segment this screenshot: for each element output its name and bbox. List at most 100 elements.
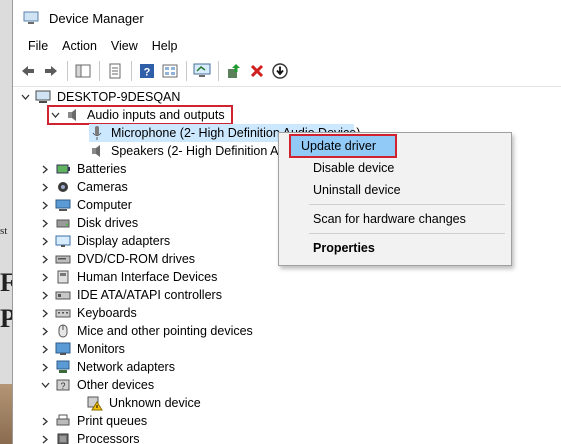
chevron-right-icon[interactable] [39, 430, 51, 444]
chevron-right-icon[interactable] [39, 304, 51, 322]
tree-item-disk-drives[interactable]: Disk drives [39, 214, 140, 232]
tree-item-mice[interactable]: Mice and other pointing devices [39, 322, 255, 340]
chevron-right-icon[interactable] [39, 268, 51, 286]
menu-item-update-driver[interactable]: Update driver [289, 134, 397, 158]
chevron-right-icon[interactable] [39, 412, 51, 430]
toolbar-separator [67, 61, 68, 81]
speaker-icon [92, 145, 100, 157]
computer-icon [35, 90, 51, 103]
tree-item-audio-inputs[interactable]: Audio inputs and outputs [47, 105, 233, 125]
tree-item-cameras[interactable]: Cameras [39, 178, 130, 196]
tree-item-other-devices[interactable]: ? Other devices [39, 376, 156, 394]
category-label: Other devices [77, 378, 155, 392]
category-label: Mice and other pointing devices [77, 324, 253, 338]
red-x-icon [250, 64, 264, 78]
other-devices-icon: ? [56, 379, 70, 391]
tree-item-monitors[interactable]: Monitors [39, 340, 127, 358]
chevron-right-icon[interactable] [39, 358, 51, 376]
device-manager-window: Device Manager File Action View Help ? D… [12, 0, 561, 444]
menu-item-properties[interactable]: Properties [281, 238, 509, 258]
chevron-right-icon[interactable] [39, 340, 51, 358]
printer-icon [56, 414, 70, 426]
show-hide-console-tree-button[interactable] [72, 60, 94, 82]
chevron-down-icon[interactable] [39, 376, 51, 394]
properties-sheet-icon [109, 63, 121, 79]
tree-item-print-queues[interactable]: Print queues [39, 412, 149, 430]
back-button[interactable] [17, 60, 39, 82]
chevron-down-icon[interactable] [49, 106, 61, 124]
monitor-scan-icon [193, 63, 211, 77]
properties-button[interactable] [104, 60, 126, 82]
menu-help[interactable]: Help [145, 39, 185, 53]
chevron-right-icon[interactable] [39, 214, 51, 232]
chevron-right-icon[interactable] [39, 160, 51, 178]
microphone-icon [92, 126, 102, 140]
hid-icon [57, 270, 69, 284]
toolbar-separator [218, 61, 219, 81]
tree-item-network-adapters[interactable]: Network adapters [39, 358, 177, 376]
chevron-right-icon[interactable] [39, 322, 51, 340]
battery-icon [56, 164, 70, 174]
page-glyph: st [0, 225, 8, 237]
menu-item-uninstall-device[interactable]: Uninstall device [281, 180, 509, 200]
menu-action[interactable]: Action [55, 39, 104, 53]
menu-item-label: Properties [313, 241, 375, 255]
view-list-icon [162, 64, 178, 78]
device-manager-icon [23, 11, 39, 24]
tree-item-batteries[interactable]: Batteries [39, 160, 128, 178]
uninstall-button[interactable] [246, 60, 268, 82]
view-button[interactable] [159, 60, 181, 82]
context-menu: Update driver Disable device Uninstall d… [278, 132, 512, 266]
menu-item-scan-hardware[interactable]: Scan for hardware changes [281, 209, 509, 229]
chevron-down-icon[interactable] [19, 88, 31, 106]
network-adapter-icon [56, 360, 70, 373]
menu-view[interactable]: View [104, 39, 145, 53]
svg-text:?: ? [60, 381, 65, 391]
tree-item-display-adapters[interactable]: Display adapters [39, 232, 172, 250]
category-label: Cameras [77, 180, 128, 194]
enable-device-button[interactable] [269, 60, 291, 82]
tree-item-ide-controllers[interactable]: IDE ATA/ATAPI controllers [39, 286, 224, 304]
disk-drive-icon [56, 219, 70, 228]
keyboard-icon [55, 309, 71, 318]
processor-icon [57, 433, 69, 444]
toolbar: ? [13, 56, 561, 87]
chevron-right-icon[interactable] [39, 232, 51, 250]
down-arrow-circle-icon [272, 63, 288, 79]
update-driver-button[interactable] [223, 60, 245, 82]
menu-item-label: Uninstall device [313, 183, 401, 197]
monitor-icon [55, 342, 71, 355]
tree-item-hid[interactable]: Human Interface Devices [39, 268, 219, 286]
forward-button[interactable] [40, 60, 62, 82]
camera-icon [58, 182, 68, 192]
tree-item-processors[interactable]: Processors [39, 430, 142, 444]
console-tree-icon [75, 64, 91, 78]
toolbar-separator [131, 61, 132, 81]
chevron-right-icon[interactable] [39, 178, 51, 196]
computer-icon [55, 199, 71, 211]
category-label: Print queues [77, 414, 148, 428]
menu-bar: File Action View Help [13, 36, 561, 56]
chevron-right-icon[interactable] [39, 286, 51, 304]
help-button[interactable]: ? [136, 60, 158, 82]
menu-file[interactable]: File [21, 39, 55, 53]
scan-hardware-button[interactable] [191, 60, 213, 82]
chevron-right-icon[interactable] [39, 196, 51, 214]
category-label: Network adapters [77, 360, 175, 374]
tree-item-unknown-device[interactable]: Unknown device [87, 394, 203, 412]
tree-item-computer[interactable]: Computer [39, 196, 134, 214]
category-label: Audio inputs and outputs [87, 108, 225, 122]
tree-root[interactable]: DESKTOP-9DESQAN [19, 88, 182, 106]
tree-item-dvd-drives[interactable]: DVD/CD-ROM drives [39, 250, 197, 268]
category-label: Monitors [77, 342, 125, 356]
category-label: DVD/CD-ROM drives [77, 252, 196, 266]
category-label: Batteries [77, 162, 127, 176]
chevron-right-icon[interactable] [39, 250, 51, 268]
menu-item-disable-device[interactable]: Disable device [281, 158, 509, 178]
title-bar[interactable]: Device Manager [13, 0, 561, 36]
category-label: Processors [77, 432, 140, 444]
tree-item-keyboards[interactable]: Keyboards [39, 304, 139, 322]
help-icon: ? [140, 64, 154, 79]
mouse-icon [58, 324, 68, 338]
toolbar-separator [99, 61, 100, 81]
